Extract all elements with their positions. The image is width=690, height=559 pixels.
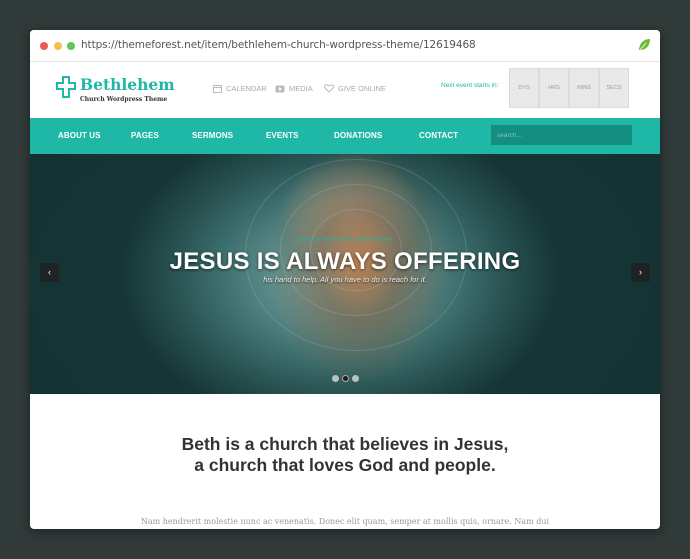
intro-heading-line-1: Beth is a church that believes in Jesus, [181,434,509,454]
browser-toolbar: https://themeforest.net/item/bethlehem-c… [30,30,660,62]
address-bar[interactable]: https://themeforest.net/item/bethlehem-c… [81,39,476,51]
cross-logo-icon[interactable] [56,76,76,103]
slider-dot[interactable] [332,375,339,382]
site-header: Bethlehem Church Wordpress Theme CALENDA… [30,62,660,118]
slider-prev-button[interactable]: ‹ [40,263,59,282]
nav-item-events[interactable]: EVENTS [266,131,299,140]
hero-kicker: Let your light shine before others [297,236,393,243]
nav-item-contact[interactable]: CONTACT [419,131,458,140]
calendar-label: CALENDAR [226,84,267,93]
search-input[interactable] [491,125,632,145]
intro-paragraph: Nam hendrerit molestie nunc ac venenatis… [140,517,550,526]
nav-item-sermons[interactable]: SERMONS [192,131,233,140]
slider-dot[interactable] [352,375,359,382]
heart-icon [324,84,334,93]
hero-subtitle: his hand to help. All you have to do is … [263,275,427,284]
countdown-seconds: SECS [599,68,629,108]
site-logo-tagline: Church Wordpress Theme [80,96,168,103]
browser-window: https://themeforest.net/item/bethlehem-c… [30,30,660,529]
maximize-window-button[interactable] [67,42,75,50]
countdown-days: DYS [509,68,539,108]
hero-title: JESUS IS ALWAYS OFFERING [169,248,521,275]
media-icon [275,85,285,92]
nav-item-pages[interactable]: PAGES [131,131,159,140]
close-window-button[interactable] [40,42,48,50]
slider-dot-active[interactable] [342,375,349,382]
calendar-link[interactable]: CALENDAR [213,84,267,93]
main-navigation: ABOUT US PAGES SERMONS EVENTS DONATIONS … [30,118,660,154]
countdown-minutes: MINS [569,68,599,108]
media-label: MEDIA [289,84,313,93]
media-link[interactable]: MEDIA [275,84,313,93]
give-online-link[interactable]: GIVE ONLINE [324,84,386,93]
minimize-window-button[interactable] [54,42,62,50]
leaf-icon [637,38,651,57]
nav-item-donations[interactable]: DONATIONS [334,131,382,140]
intro-heading: Beth is a church that believes in Jesus,… [30,434,660,476]
give-online-label: GIVE ONLINE [338,84,386,93]
nav-item-about-us[interactable]: ABOUT US [58,131,101,140]
site-logo-name[interactable]: Bethlehem [80,75,175,94]
next-event-label: Next event starts in: [441,82,499,89]
slider-pagination [332,375,359,382]
slider-next-button[interactable]: › [631,263,650,282]
countdown-hours: HRS [539,68,569,108]
intro-heading-line-2: a church that loves God and people. [194,455,496,475]
calendar-icon [213,85,222,93]
hero-slider: Let your light shine before others JESUS… [30,154,660,394]
